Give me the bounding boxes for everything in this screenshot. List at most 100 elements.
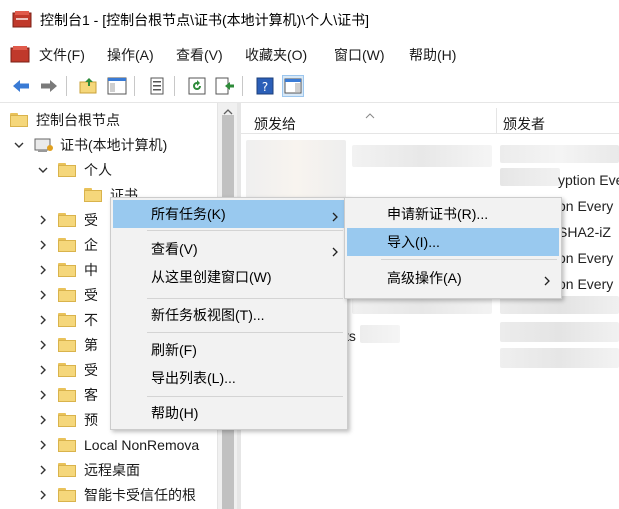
chevron-down-icon[interactable] xyxy=(36,163,50,177)
chevron-right-icon xyxy=(331,209,339,225)
context-menu-export-list[interactable]: 导出列表(L)... xyxy=(113,364,345,392)
tree-node-item[interactable]: 第 xyxy=(36,334,98,356)
refresh-icon[interactable] xyxy=(186,75,208,97)
chevron-right-icon[interactable] xyxy=(36,488,50,502)
tree-node-item[interactable]: 企 xyxy=(36,234,98,256)
tree-node-item[interactable]: Local NonRemova xyxy=(36,434,199,456)
chevron-right-icon[interactable] xyxy=(36,388,50,402)
column-header-issued-to[interactable]: 颁发给 xyxy=(254,114,296,134)
toolbar-separator xyxy=(242,76,243,96)
menu-separator xyxy=(147,298,343,299)
chevron-right-icon[interactable] xyxy=(36,313,50,327)
list-cell: yption Every xyxy=(558,172,619,188)
forward-arrow-icon[interactable] xyxy=(38,75,60,97)
console-menu-icon[interactable] xyxy=(10,45,30,66)
column-header-issued-by[interactable]: 颁发者 xyxy=(503,114,545,134)
submenu-import[interactable]: 导入(I)... xyxy=(347,228,559,256)
folder-icon xyxy=(58,313,76,327)
help-icon[interactable]: ? xyxy=(254,75,276,97)
menu-item-label: 刷新(F) xyxy=(151,342,197,358)
chevron-right-icon[interactable] xyxy=(36,413,50,427)
list-cell: SHA2-iZ xyxy=(558,224,611,240)
menu-item-label: 高级操作(A) xyxy=(387,270,462,286)
context-menu-refresh[interactable]: 刷新(F) xyxy=(113,336,345,364)
context-menu-view[interactable]: 查看(V) xyxy=(113,235,345,263)
chevron-right-icon[interactable] xyxy=(36,338,50,352)
header-divider xyxy=(241,133,619,134)
menu-separator xyxy=(147,332,343,333)
tree-node-label: 个人 xyxy=(84,162,112,178)
tree-node-item[interactable]: 远程桌面 xyxy=(36,459,140,481)
export-list-icon[interactable] xyxy=(214,75,236,97)
toolbar-separator xyxy=(66,76,67,96)
tree-node-item[interactable]: 预 xyxy=(36,409,98,431)
chevron-down-icon[interactable] xyxy=(12,138,26,152)
tree-node-item[interactable]: 客 xyxy=(36,384,98,406)
folder-icon xyxy=(58,288,76,302)
up-folder-icon[interactable] xyxy=(78,75,100,97)
menu-file[interactable]: 文件(F) xyxy=(39,45,85,65)
context-menu-help[interactable]: 帮助(H) xyxy=(113,399,345,427)
menu-separator xyxy=(147,396,343,397)
submenu-advanced[interactable]: 高级操作(A) xyxy=(347,264,559,292)
submenu-request-new-cert[interactable]: 申请新证书(R)... xyxy=(347,200,559,228)
mmc-app-icon xyxy=(12,10,32,31)
tree-node-item[interactable]: 智能卡受信任的根 xyxy=(36,484,196,506)
list-cell: on Every xyxy=(558,198,614,214)
menu-help[interactable]: 帮助(H) xyxy=(409,45,456,65)
redacted-cell xyxy=(500,145,619,163)
chevron-right-icon[interactable] xyxy=(36,363,50,377)
folder-icon xyxy=(58,363,76,377)
menu-window[interactable]: 窗口(W) xyxy=(334,45,385,65)
redacted-cell xyxy=(352,145,492,167)
svg-text:?: ? xyxy=(262,80,268,94)
chevron-right-icon[interactable] xyxy=(36,263,50,277)
chevron-right-icon[interactable] xyxy=(36,438,50,452)
chevron-right-icon[interactable] xyxy=(36,288,50,302)
tree-node-item[interactable]: 中 xyxy=(36,259,98,281)
tree-node-cert-store[interactable]: 证书(本地计算机) xyxy=(12,134,167,156)
folder-icon xyxy=(58,263,76,277)
redacted-cell xyxy=(500,348,619,368)
show-action-pane-icon[interactable] xyxy=(282,75,304,97)
menu-item-label: 从这里创建窗口(W) xyxy=(151,269,272,285)
show-hide-tree-icon[interactable] xyxy=(106,75,128,97)
tree-node-label: 企 xyxy=(84,237,98,253)
tree-node-label: 远程桌面 xyxy=(84,462,140,478)
properties-icon[interactable] xyxy=(146,75,168,97)
chevron-right-icon[interactable] xyxy=(36,238,50,252)
window-title: 控制台1 - [控制台根节点\证书(本地计算机)\个人\证书] xyxy=(40,12,369,28)
chevron-right-icon[interactable] xyxy=(36,213,50,227)
chevron-right-icon xyxy=(543,273,551,289)
back-arrow-icon[interactable] xyxy=(10,75,32,97)
menu-favorites[interactable]: 收藏夹(O) xyxy=(245,45,307,65)
tree-node-label: 受 xyxy=(84,287,98,303)
tree-node-item[interactable]: 不 xyxy=(36,309,98,331)
tree-node-item[interactable]: 受 xyxy=(36,359,98,381)
list-cell: on Every xyxy=(558,250,614,266)
list-cell: on Every xyxy=(558,276,614,292)
column-separator[interactable] xyxy=(496,108,497,134)
toolbar-separator xyxy=(174,76,175,96)
tree-node-root[interactable]: 控制台根节点 xyxy=(10,109,120,131)
context-menu-all-tasks[interactable]: 所有任务(K) xyxy=(113,200,345,228)
redacted-cell xyxy=(246,140,346,198)
menu-action[interactable]: 操作(A) xyxy=(107,45,154,65)
tree-node-label: Local NonRemova xyxy=(84,437,200,453)
folder-icon xyxy=(58,488,76,502)
context-menu-new-taskpad[interactable]: 新任务板视图(T)... xyxy=(113,301,345,329)
tree-node-item[interactable]: 受 xyxy=(36,209,98,231)
menu-item-label: 帮助(H) xyxy=(151,405,199,421)
menu-item-label: 导出列表(L)... xyxy=(151,370,236,386)
folder-icon xyxy=(84,188,102,202)
context-menu-new-window[interactable]: 从这里创建窗口(W) xyxy=(113,263,345,291)
menu-bar: 文件(F) 操作(A) 查看(V) 收藏夹(O) 窗口(W) 帮助(H) xyxy=(0,38,619,68)
tree-node-label: 不 xyxy=(84,312,98,328)
chevron-right-icon[interactable] xyxy=(36,463,50,477)
menu-view[interactable]: 查看(V) xyxy=(176,45,223,65)
tree-node-label: 第 xyxy=(84,337,98,353)
menu-separator xyxy=(381,259,557,260)
tree-node-item[interactable]: 受 xyxy=(36,284,98,306)
folder-icon xyxy=(58,238,76,252)
tree-node-personal[interactable]: 个人 xyxy=(36,159,112,181)
